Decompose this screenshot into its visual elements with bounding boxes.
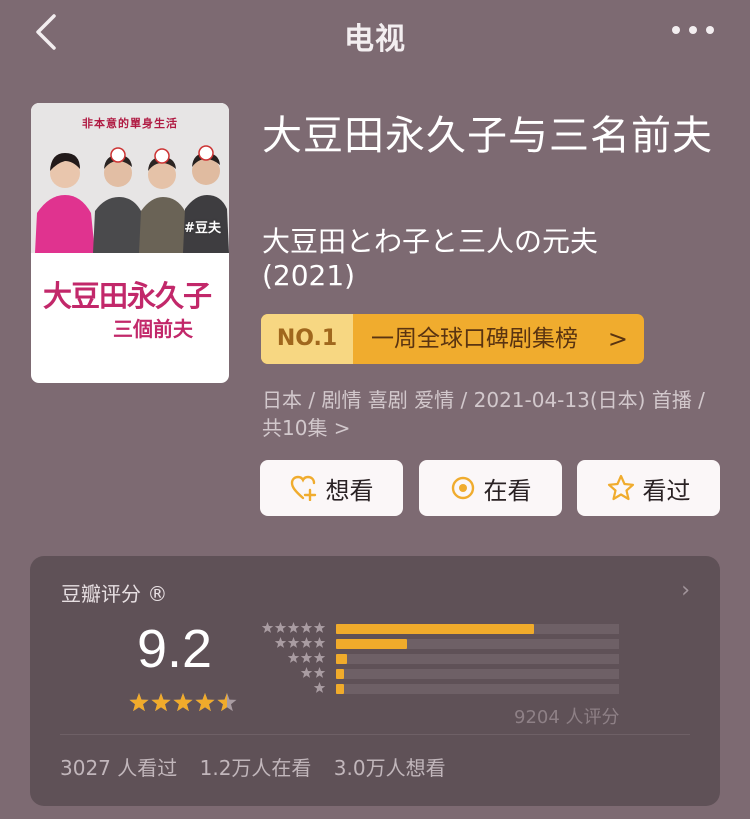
- rating-bar: [336, 654, 348, 664]
- row-stars-icon: [313, 682, 326, 693]
- rating-score: 9.2: [137, 619, 213, 679]
- rating-bar-track: [336, 654, 619, 664]
- poster-hashtag: #豆夫: [184, 221, 221, 236]
- show-meta[interactable]: 日本 / 剧情 喜剧 爱情 / 2021-04-13(日本) 首播 / 共10集…: [262, 386, 727, 442]
- poster-logo-line2: 三個前夫: [113, 317, 193, 341]
- rating-row-2-star: [254, 667, 624, 679]
- rating-bar: [336, 669, 345, 679]
- heart-plus-icon: [290, 475, 316, 501]
- rating-bar-track: [336, 624, 619, 634]
- rating-row-3-star: [254, 652, 624, 664]
- watched-count: 3027 人看过: [60, 756, 178, 780]
- rating-bar-track: [336, 684, 619, 694]
- release-year: (2021): [262, 259, 356, 292]
- row-stars-icon: [261, 622, 326, 633]
- poster-logo-line1: 大豆田永久子: [43, 279, 212, 313]
- want-count: 3.0万人想看: [333, 756, 446, 780]
- action-buttons: 想看 在看 看过: [260, 460, 720, 516]
- rating-row-1-star: [254, 682, 624, 694]
- page-title: 电视: [344, 22, 406, 57]
- top-bar: 电视: [0, 0, 750, 64]
- rating-bar: [336, 624, 535, 634]
- row-stars-icon: [274, 637, 326, 648]
- watch-stats: 3027 人看过 1.2万人在看 3.0万人想看: [60, 752, 462, 781]
- poster-image[interactable]: 非本意的單身生活 #豆夫 大豆田永久子 三個前夫: [31, 103, 229, 383]
- rating-star: [195, 693, 215, 712]
- rating-header: 豆瓣评分 ®: [61, 582, 168, 606]
- rating-bar-track: [336, 669, 619, 679]
- rating-bar: [336, 639, 407, 649]
- rating-distribution: [254, 622, 624, 702]
- star-outline-icon: [607, 474, 634, 501]
- ranking-badge: NO.1: [261, 314, 353, 364]
- want-to-watch-label: 想看: [325, 476, 374, 505]
- want-to-watch-button[interactable]: 想看: [260, 460, 403, 516]
- rating-count: 9204 人评分: [514, 707, 620, 728]
- rating-bar-track: [336, 639, 619, 649]
- poster-tagline: 非本意的單身生活: [82, 117, 178, 130]
- divider: [60, 734, 690, 735]
- watching-count: 1.2万人在看: [199, 756, 312, 780]
- target-icon: [451, 476, 474, 500]
- rating-star: [151, 693, 171, 712]
- rating-star: [173, 693, 193, 712]
- watching-label: 在看: [483, 476, 532, 505]
- chevron-right-icon[interactable]: ›: [681, 578, 690, 603]
- rating-row-5-star: [254, 622, 624, 634]
- original-title: 大豆田とわ子と三人の元夫: [262, 225, 599, 258]
- show-title: 大豆田永久子与三名前夫: [262, 113, 713, 159]
- ranking-text: 一周全球口碑剧集榜: [371, 326, 578, 352]
- watching-button[interactable]: 在看: [419, 460, 562, 516]
- ranking-banner[interactable]: NO.1 一周全球口碑剧集榜 >: [261, 314, 644, 364]
- watched-label: 看过: [642, 476, 691, 505]
- rating-bar: [336, 684, 345, 694]
- rating-star: [129, 693, 149, 712]
- rating-row-4-star: [254, 637, 624, 649]
- rating-card[interactable]: 豆瓣评分 ® › 9.2 9204 人评分 3027 人看过 1.2万人在看 3…: [30, 556, 720, 806]
- poster-photo: 非本意的單身生活 #豆夫: [31, 103, 229, 253]
- rating-stars: [129, 693, 237, 712]
- row-stars-icon: [300, 667, 326, 678]
- chevron-right-icon: >: [607, 325, 628, 353]
- more-icon[interactable]: [670, 22, 716, 38]
- watched-button[interactable]: 看过: [577, 460, 720, 516]
- row-stars-icon: [287, 652, 326, 663]
